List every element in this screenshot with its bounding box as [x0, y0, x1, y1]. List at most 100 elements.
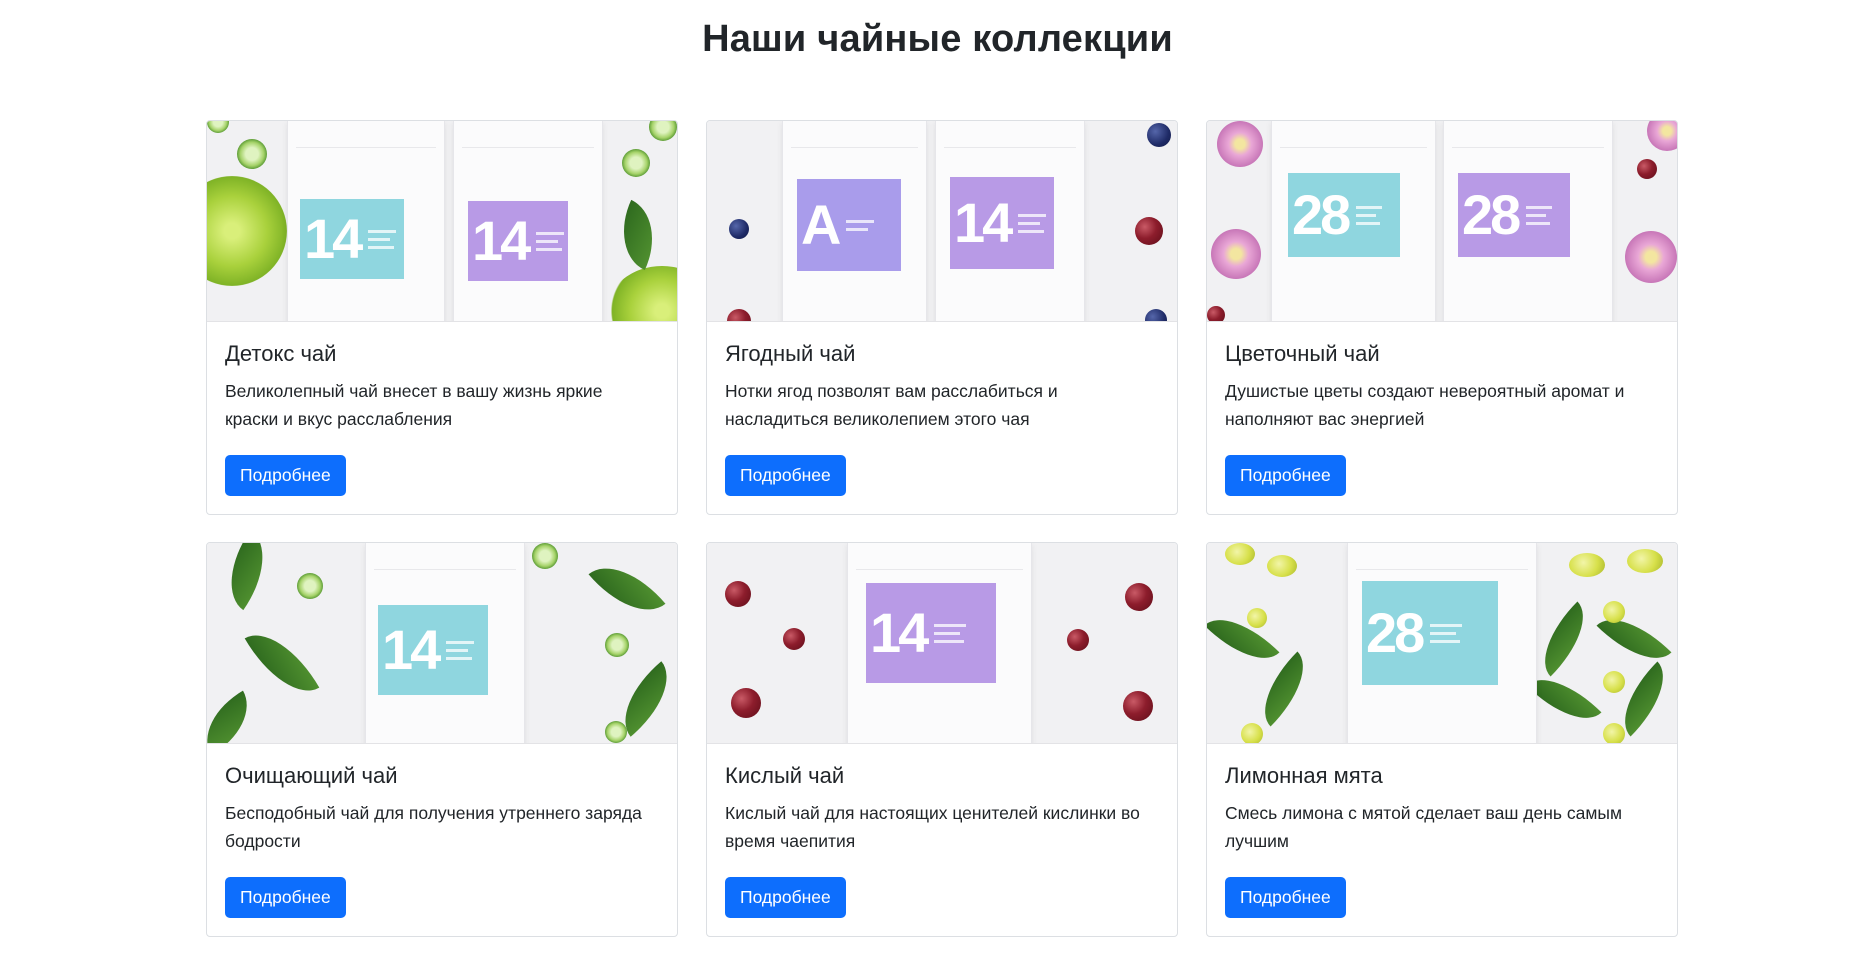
grape [1247, 608, 1267, 628]
details-button[interactable]: Подробнее [725, 455, 846, 496]
cucumber-slice [237, 139, 267, 169]
mint-leaf [1207, 601, 1280, 677]
blueberry [729, 219, 749, 239]
mint-leaf [210, 543, 284, 611]
mint-leaf [588, 548, 666, 630]
tea-pouch: 28 [1443, 121, 1613, 321]
cucumber-slice [649, 121, 677, 141]
pouch-label: 14 [950, 177, 1054, 269]
pouch-label: A [797, 179, 901, 271]
blueberry [1145, 309, 1167, 321]
pouch-label-number: 14 [382, 618, 441, 681]
pink-flower [1625, 231, 1677, 283]
card-title: Лимонная мята [1225, 762, 1383, 788]
card-title: Очищающий чай [225, 762, 398, 788]
card-description: Нотки ягод позволят вам расслабиться и н… [725, 381, 1058, 429]
pouch-label: 28 [1362, 581, 1498, 685]
grape [1603, 601, 1625, 623]
mint-leaf [207, 690, 263, 743]
tea-pouch: 14 [287, 121, 445, 321]
lime-slice [1225, 543, 1255, 565]
pouch-label-number: 14 [870, 601, 929, 664]
card-title: Детокс чай [225, 340, 337, 366]
pink-flower [1217, 121, 1263, 167]
pouch-label-number: 14 [954, 191, 1013, 254]
pouch-label-number: A [801, 193, 841, 256]
cucumber-slice [532, 543, 558, 569]
pouch-label-number: 14 [304, 207, 363, 270]
cucumber-slice [207, 121, 229, 133]
tea-card-image: 28 28 [1207, 121, 1677, 322]
leaf [606, 199, 670, 271]
tea-card-image: 14 [707, 543, 1177, 744]
card-title: Ягодный чай [725, 340, 856, 366]
details-button[interactable]: Подробнее [1225, 455, 1346, 496]
tea-card-cleansing: 14 Очищающий чай Бесподобный чай для пол… [206, 542, 678, 937]
mint-leaf [1526, 661, 1602, 737]
mint-leaf [1526, 601, 1602, 677]
tea-card-sour: 14 Кислый чай Кислый чай для настоящих ц… [706, 542, 1178, 937]
lime-slice [1267, 555, 1297, 577]
card-title: Цветочный чай [1225, 340, 1380, 366]
berry [1067, 629, 1089, 651]
pouch-label-number: 28 [1366, 601, 1425, 664]
tea-pouch: 28 [1271, 121, 1436, 321]
berry [725, 581, 751, 607]
berry [1637, 159, 1657, 179]
berry [1123, 691, 1153, 721]
tea-card-lemon-mint: 28 Лимонная мята Смесь лимона с мятой сд… [1206, 542, 1678, 937]
pouch-label: 14 [468, 201, 568, 281]
pouch-label: 28 [1458, 173, 1570, 257]
tea-pouch: 14 [847, 543, 1032, 743]
green-flower [607, 266, 677, 321]
mint-leaf [244, 618, 320, 708]
tea-collections-grid: 14 14 Детокс чай Великолепный чай внесет… [206, 120, 1678, 937]
details-button[interactable]: Подробнее [225, 455, 346, 496]
grape [1603, 723, 1625, 743]
lime-slice [1627, 549, 1663, 573]
cucumber-slice [605, 721, 627, 743]
card-description: Кислый чай для настоящих ценителей кисли… [725, 803, 1140, 851]
details-button[interactable]: Подробнее [725, 877, 846, 918]
mint-leaf [1246, 651, 1322, 727]
tea-pouch: 14 [453, 121, 603, 321]
pink-flower [1211, 229, 1261, 279]
details-button[interactable]: Подробнее [225, 877, 346, 918]
pouch-label: 14 [378, 605, 488, 695]
tea-card-image: 28 [1207, 543, 1677, 744]
berry [731, 688, 761, 718]
cucumber-slice [622, 149, 650, 177]
blueberry [1147, 123, 1171, 147]
tea-card-image: A 14 [707, 121, 1177, 322]
details-button[interactable]: Подробнее [1225, 877, 1346, 918]
pink-flower [1647, 121, 1677, 151]
tea-card-image: 14 14 [207, 121, 677, 322]
pouch-label-number: 14 [472, 209, 531, 272]
pouch-label: 14 [866, 583, 996, 683]
card-description: Бесподобный чай для получения утреннего … [225, 803, 642, 851]
tea-card-floral: 28 28 Цветочный чай Душистые цветы созда… [1206, 120, 1678, 515]
card-description: Душистые цветы создают невероятный арома… [1225, 381, 1625, 429]
tea-pouch: 28 [1347, 543, 1537, 743]
card-description: Великолепный чай внесет в вашу жизнь ярк… [225, 381, 603, 429]
tea-pouch: 14 [365, 543, 525, 743]
pouch-label: 28 [1288, 173, 1400, 257]
grape [1241, 723, 1263, 743]
berry [1207, 306, 1225, 321]
berry [783, 628, 805, 650]
berry [1125, 583, 1153, 611]
pouch-label-number: 28 [1462, 183, 1521, 246]
tea-card-detox: 14 14 Детокс чай Великолепный чай внесет… [206, 120, 678, 515]
lime-slice [1569, 553, 1605, 577]
tea-pouch: 14 [935, 121, 1085, 321]
page-title: Наши чайные коллекции [702, 18, 1173, 60]
berry [1135, 217, 1163, 245]
pouch-label: 14 [300, 199, 404, 279]
cucumber-slice [605, 633, 629, 657]
pouch-label-number: 28 [1292, 183, 1351, 246]
lime-slice [297, 573, 323, 599]
berry [727, 309, 751, 321]
card-description: Смесь лимона с мятой сделает ваш день са… [1225, 803, 1622, 851]
tea-card-image: 14 [207, 543, 677, 744]
tea-card-berry: A 14 Ягодный чай Нотки ягод позволят вам… [706, 120, 1178, 515]
